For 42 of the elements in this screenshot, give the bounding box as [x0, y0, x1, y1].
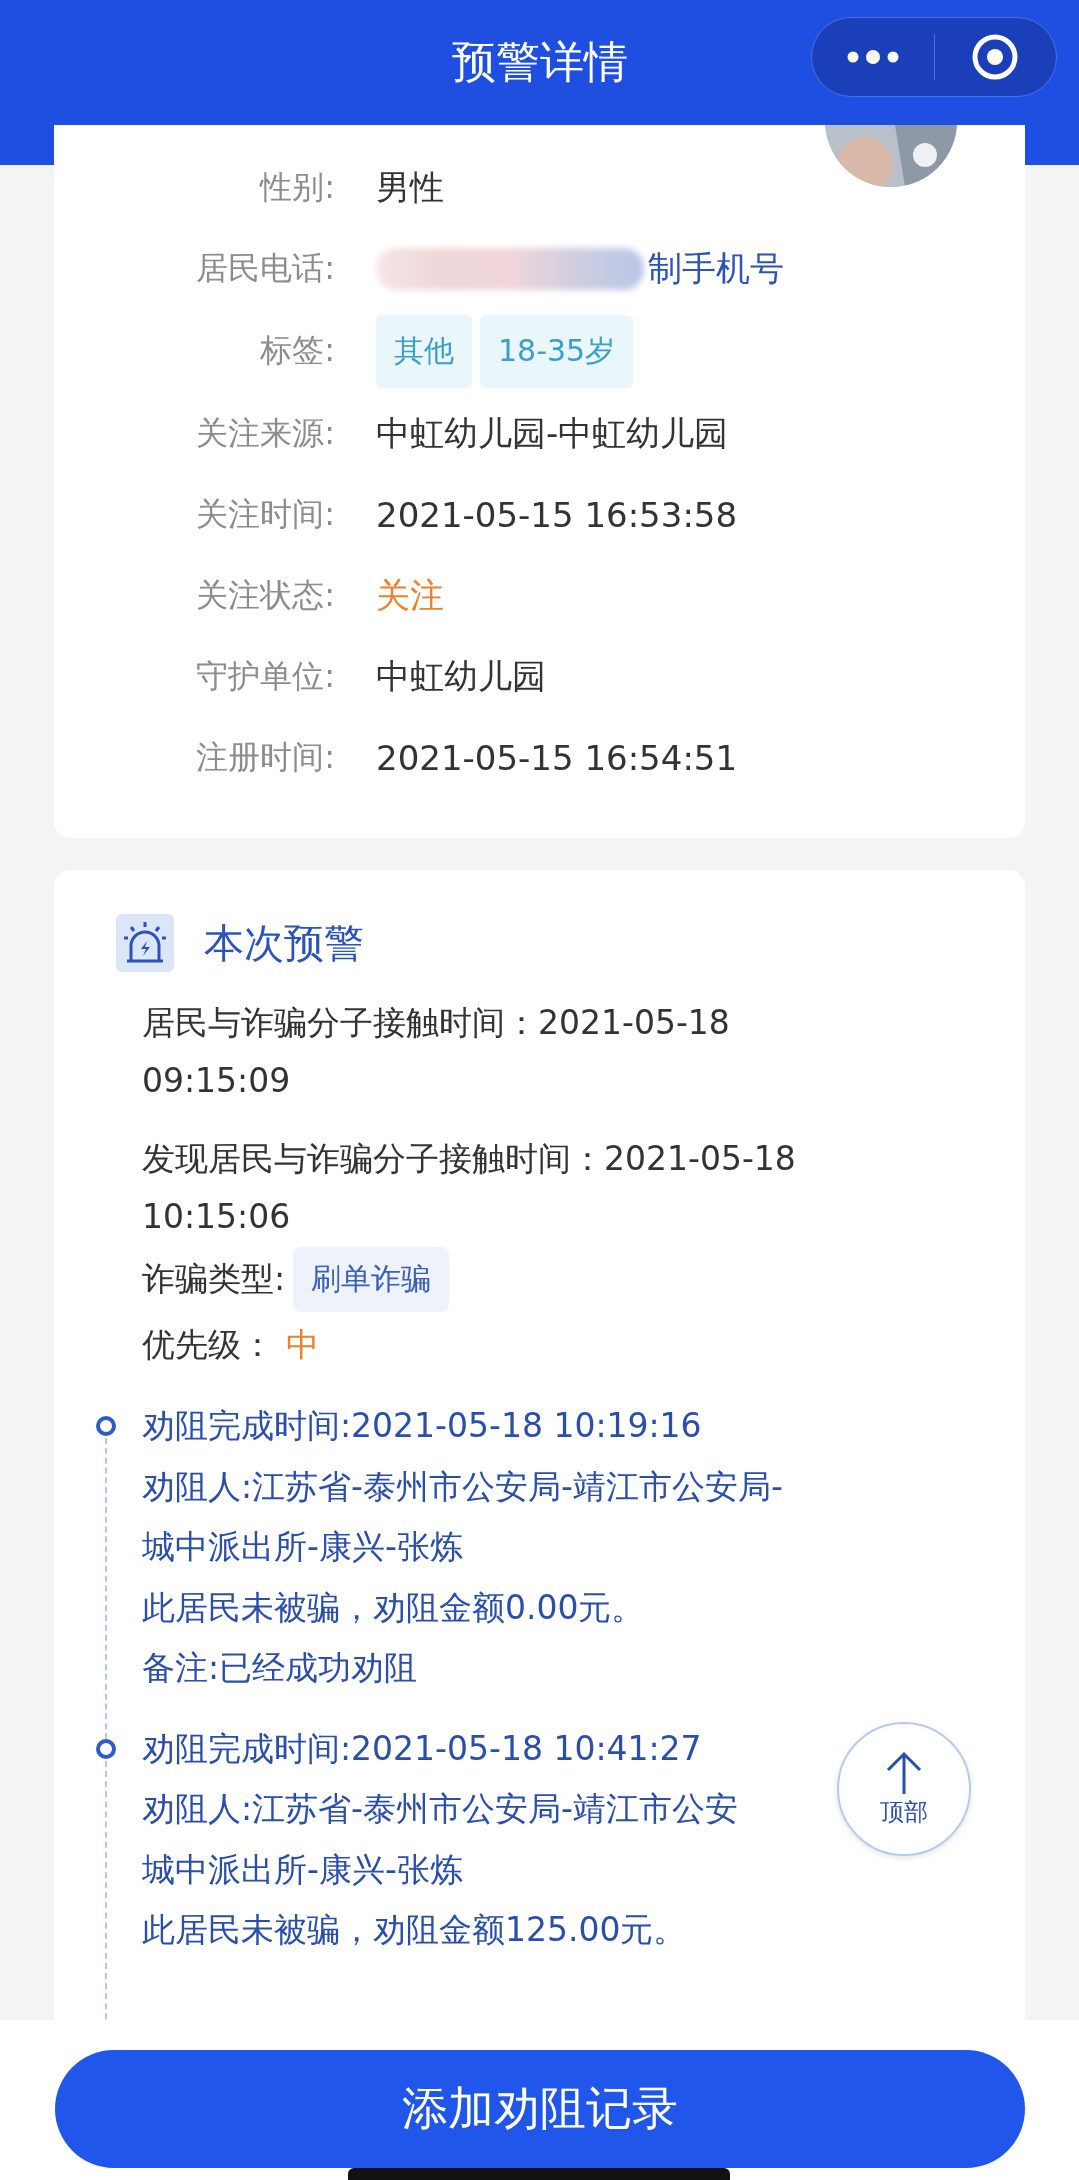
more-icon[interactable] — [845, 50, 900, 64]
record-text: 劝阻人:江苏省-泰州市公安局-靖江市公安局- — [142, 1465, 783, 1508]
field-label: 注册时间: — [195, 736, 335, 778]
field-value: 中虹幼儿园 — [376, 654, 546, 698]
field-label: 诈骗类型: — [142, 1257, 286, 1300]
record-text: 备注:已经成功劝阻 — [142, 1647, 418, 1689]
field-label: 优先级： — [142, 1323, 274, 1366]
phone-value: 制手机号 — [648, 246, 784, 290]
priority-value: 中 — [286, 1323, 319, 1366]
record-text: 劝阻完成时间:2021-05-18 10:41:27 — [142, 1727, 702, 1770]
alert-text: 发现居民与诈骗分子接触时间：2021-05-18 — [142, 1138, 796, 1180]
field-label: 标签: — [259, 330, 335, 371]
field-value: 男性 — [376, 165, 444, 209]
fraud-type-tag: 刷单诈骗 — [293, 1246, 450, 1312]
alert-text: 居民与诈骗分子接触时间：2021-05-18 — [142, 1002, 730, 1044]
field-label: 关注状态: — [195, 574, 335, 616]
field-value: 中虹幼儿园-中虹幼儿园 — [376, 411, 729, 455]
section-title: 本次预警 — [204, 918, 364, 968]
record-text: 此居民未被骗，劝阻金额125.00元。 — [142, 1909, 687, 1951]
tag: 其他 — [376, 314, 472, 388]
record-text: 城中派出所-康兴-张炼 — [142, 1526, 463, 1568]
alert-text: 09:15:09 — [142, 1060, 291, 1102]
timeline-dot — [96, 1738, 116, 1759]
alert-text: 10:15:06 — [142, 1196, 291, 1238]
field-label: 关注来源: — [195, 412, 335, 454]
field-label: 性别: — [258, 166, 335, 208]
field-value: 2021-05-15 16:54:51 — [376, 737, 738, 778]
field-label: 关注时间: — [195, 493, 335, 535]
page-title: 预警详情 — [451, 35, 628, 89]
status-value: 关注 — [376, 573, 444, 617]
up-arrow-icon — [884, 1750, 924, 1796]
record-text: 劝阻完成时间:2021-05-18 10:19:16 — [142, 1405, 702, 1447]
field-value: 2021-05-15 16:53:58 — [376, 494, 738, 535]
add-record-button[interactable]: 添加劝阻记录 — [54, 2050, 1025, 2168]
record-text: 此居民未被骗，劝阻金额0.00元。 — [142, 1586, 645, 1629]
tag: 18-35岁 — [480, 314, 634, 388]
timeline-dot — [96, 1416, 116, 1436]
record-text: 城中派出所-康兴-张炼 — [142, 1848, 463, 1891]
alarm-icon — [116, 914, 174, 972]
field-label: 居民电话: — [195, 247, 335, 289]
record-text: 劝阻人:江苏省-泰州市公安局-靖江市公安 — [142, 1788, 738, 1830]
field-label: 守护单位: — [195, 655, 335, 697]
